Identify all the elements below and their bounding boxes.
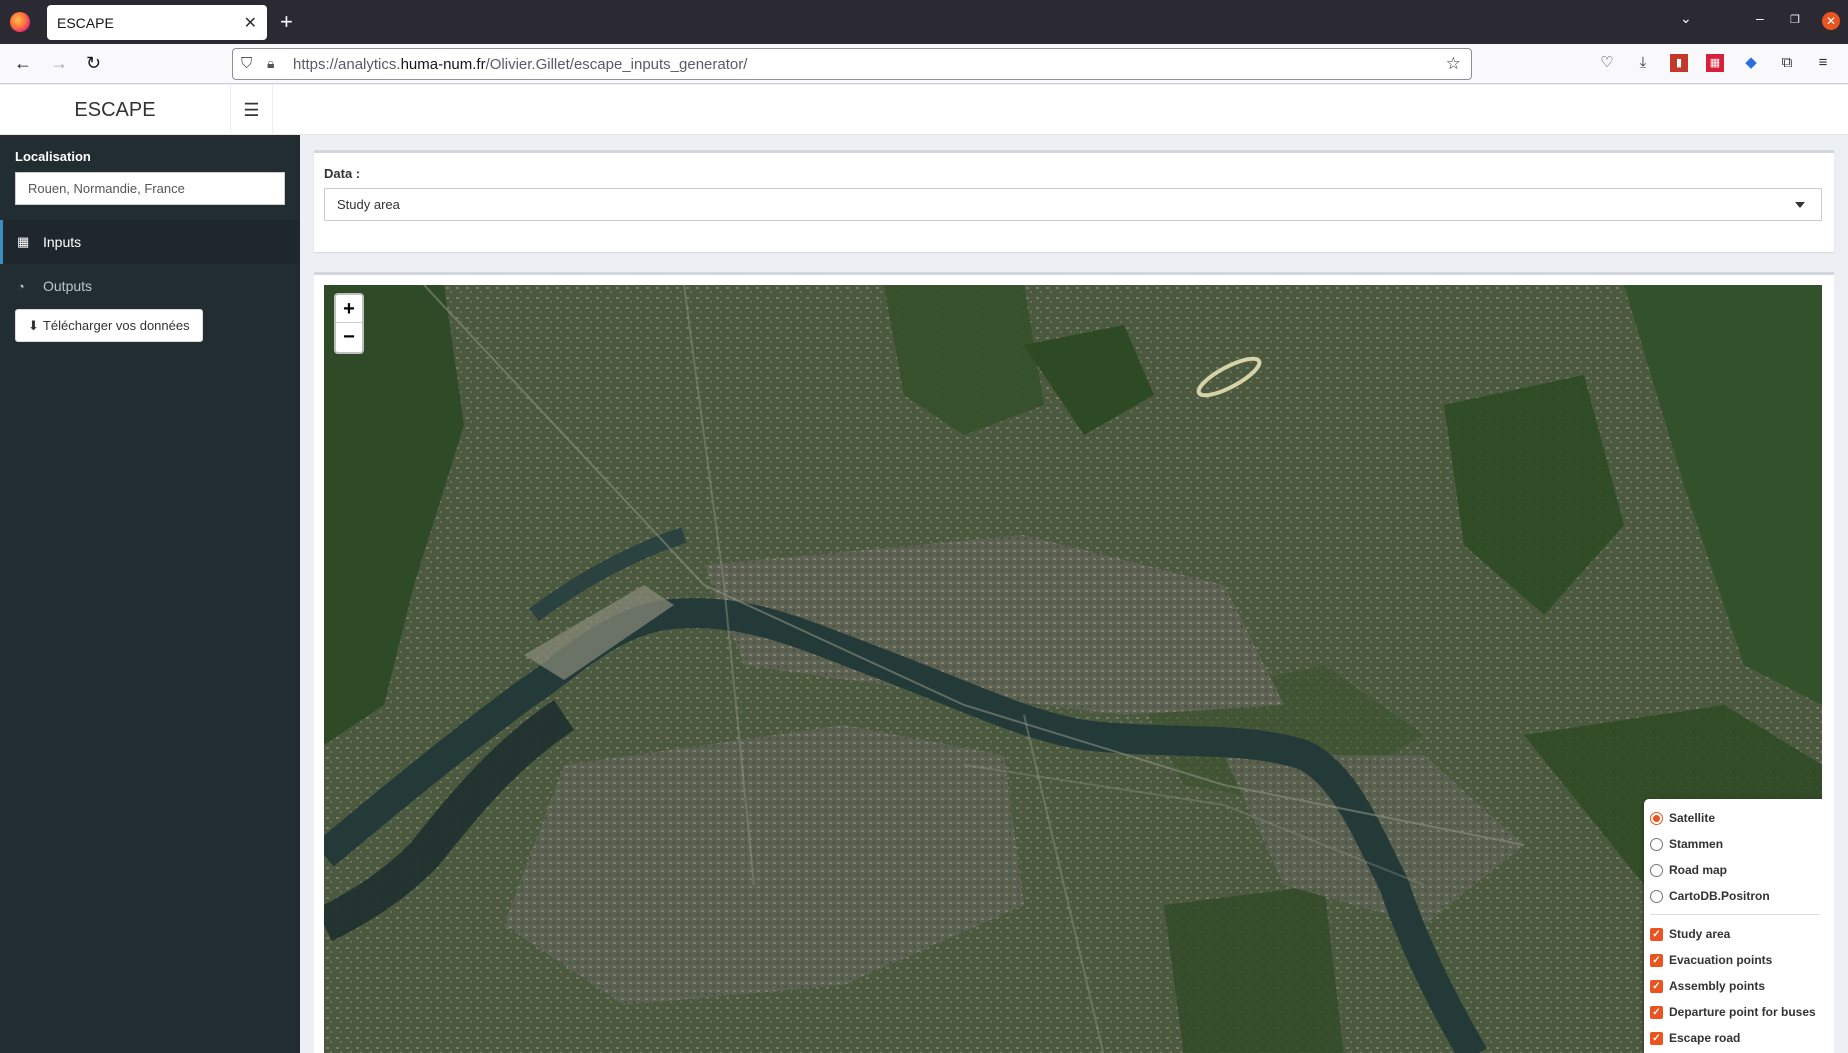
download-data-label: Télécharger vos données bbox=[42, 318, 190, 333]
browser-navbar: ← → ↻ ⛉ 🔒︎ https://analytics. huma-num.fr… bbox=[0, 44, 1848, 84]
checkbox-checked-icon[interactable]: ✓ bbox=[1650, 1031, 1663, 1045]
overlay-label: Assembly points bbox=[1669, 979, 1766, 993]
radio-checked-icon[interactable] bbox=[1650, 811, 1663, 825]
satellite-imagery bbox=[324, 285, 1822, 1053]
radio-icon[interactable] bbox=[1650, 837, 1663, 851]
basemap-option-cartodb-positron[interactable]: CartoDB.Positron bbox=[1650, 883, 1820, 909]
url-prefix: https://analytics. bbox=[293, 55, 401, 73]
url-host: huma-num.fr bbox=[400, 55, 486, 73]
overlay-option-evacuation-points[interactable]: ✓ Evacuation points bbox=[1650, 947, 1820, 973]
browser-tabbar: ESCAPE ✕ + ⌄ – ❐ ✕ bbox=[0, 0, 1848, 44]
checkbox-checked-icon[interactable]: ✓ bbox=[1650, 927, 1663, 941]
data-select-value: Study area bbox=[337, 197, 400, 212]
localisation-label: Localisation bbox=[15, 149, 91, 164]
sidebar-item-label: Inputs bbox=[43, 234, 82, 250]
extensions-puzzle-icon[interactable]: ⧉ bbox=[1778, 54, 1796, 72]
overlay-label: Evacuation points bbox=[1669, 953, 1773, 967]
lock-icon[interactable]: 🔒︎ bbox=[267, 55, 274, 72]
basemap-option-satellite[interactable]: Satellite bbox=[1650, 805, 1820, 831]
radio-icon[interactable] bbox=[1650, 863, 1663, 877]
browser-tab[interactable]: ESCAPE ✕ bbox=[47, 5, 267, 40]
overlay-option-departure-point-buses[interactable]: ✓ Departure point for buses bbox=[1650, 999, 1820, 1025]
sidebar: Localisation ▦ Inputs ◔ Outputs ⬇ Téléch… bbox=[0, 135, 300, 1053]
menu-icon[interactable]: ≡ bbox=[1814, 54, 1832, 72]
checkbox-checked-icon[interactable]: ✓ bbox=[1650, 1005, 1663, 1019]
extension-blue-icon[interactable]: ◆ bbox=[1742, 54, 1760, 72]
sidebar-item-label: Outputs bbox=[43, 278, 93, 294]
close-tab-icon[interactable]: ✕ bbox=[244, 13, 257, 33]
dashboard-icon: ◔ bbox=[17, 278, 25, 294]
bookmark-star-icon[interactable]: ☆ bbox=[1446, 54, 1461, 74]
basemap-label: Stammen bbox=[1669, 837, 1724, 851]
overlay-option-study-area[interactable]: ✓ Study area bbox=[1650, 921, 1820, 947]
sidebar-item-outputs[interactable]: ◔ Outputs bbox=[0, 264, 300, 308]
firefox-logo-icon bbox=[10, 12, 30, 32]
pocket-icon[interactable]: ♡ bbox=[1598, 54, 1616, 72]
satellite-map[interactable]: + − Satellite Stammen Road map CartoDB.P… bbox=[324, 285, 1822, 1053]
shield-icon[interactable]: ⛉ bbox=[241, 55, 252, 72]
overlay-option-assembly-points[interactable]: ✓ Assembly points bbox=[1650, 973, 1820, 999]
overlay-label: Study area bbox=[1669, 927, 1731, 941]
overlay-label: Escape road bbox=[1669, 1031, 1741, 1045]
map-box: + − Satellite Stammen Road map CartoDB.P… bbox=[314, 272, 1834, 1053]
extension-red-icon[interactable]: ▮ bbox=[1670, 54, 1688, 72]
data-box: Data : Study area bbox=[314, 150, 1834, 252]
url-path: /Olivier.Gillet/escape_inputs_generator/ bbox=[485, 55, 748, 73]
data-select[interactable]: Study area bbox=[324, 188, 1822, 221]
overlay-option-escape-road[interactable]: ✓ Escape road bbox=[1650, 1025, 1820, 1051]
zoom-out-button[interactable]: − bbox=[336, 323, 362, 351]
download-data-button[interactable]: ⬇ Télécharger vos données bbox=[15, 309, 203, 342]
download-icon: ⬇ bbox=[28, 317, 39, 333]
zoom-in-button[interactable]: + bbox=[336, 295, 362, 323]
overlay-label: Departure point for buses bbox=[1669, 1005, 1816, 1019]
back-icon[interactable]: ← bbox=[14, 53, 32, 74]
window-close-icon[interactable]: ✕ bbox=[1822, 12, 1840, 30]
reload-icon[interactable]: ↻ bbox=[86, 53, 101, 74]
basemap-option-road-map[interactable]: Road map bbox=[1650, 857, 1820, 883]
basemap-option-stammen[interactable]: Stammen bbox=[1650, 831, 1820, 857]
radio-icon[interactable] bbox=[1650, 889, 1663, 903]
restore-icon[interactable]: ❐ bbox=[1790, 13, 1800, 26]
caret-down-icon bbox=[1795, 202, 1805, 208]
zoom-control: + − bbox=[334, 293, 364, 354]
grid-icon: ▦ bbox=[17, 234, 30, 249]
new-tab-icon[interactable]: + bbox=[280, 9, 293, 35]
extension-zotero-icon[interactable]: ▦ bbox=[1706, 54, 1724, 72]
app-header: ESCAPE ☰ bbox=[0, 85, 1848, 135]
checkbox-checked-icon[interactable]: ✓ bbox=[1650, 979, 1663, 993]
app-brand[interactable]: ESCAPE bbox=[0, 85, 230, 135]
tab-list-icon[interactable]: ⌄ bbox=[1680, 10, 1692, 27]
checkbox-checked-icon[interactable]: ✓ bbox=[1650, 953, 1663, 967]
sidebar-item-inputs[interactable]: ▦ Inputs bbox=[0, 220, 300, 264]
forward-icon[interactable]: → bbox=[50, 53, 68, 74]
localisation-input[interactable] bbox=[15, 172, 285, 205]
data-label: Data : bbox=[324, 166, 361, 181]
basemap-label: CartoDB.Positron bbox=[1669, 889, 1770, 903]
layer-control: Satellite Stammen Road map CartoDB.Posit… bbox=[1644, 799, 1822, 1053]
download-icon[interactable]: ⤓ bbox=[1634, 54, 1652, 72]
url-bar[interactable]: ⛉ 🔒︎ https://analytics. huma-num.fr/Olivi… bbox=[232, 48, 1472, 80]
sidebar-toggle-icon[interactable]: ☰ bbox=[230, 85, 273, 135]
layer-separator bbox=[1650, 914, 1820, 915]
minimize-icon[interactable]: – bbox=[1756, 10, 1764, 26]
basemap-label: Road map bbox=[1669, 863, 1728, 877]
tab-title: ESCAPE bbox=[57, 14, 114, 31]
basemap-label: Satellite bbox=[1669, 811, 1716, 825]
